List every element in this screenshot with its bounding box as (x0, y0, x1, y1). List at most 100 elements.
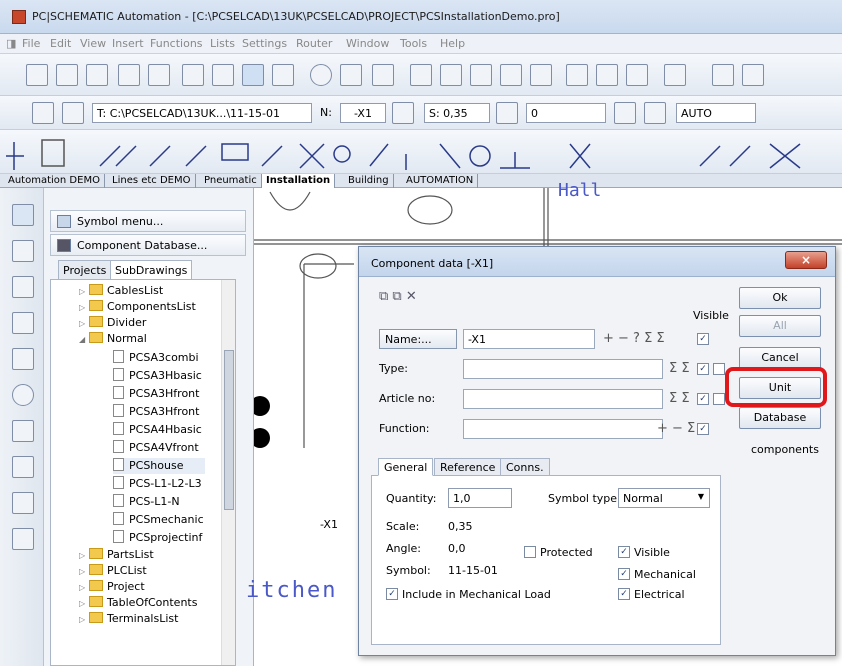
open-icon[interactable] (56, 64, 78, 86)
article-extra-checkbox[interactable] (713, 393, 725, 405)
circle-icon[interactable] (310, 64, 332, 86)
lightning-icon[interactable] (182, 64, 204, 86)
quantity-input[interactable]: 1,0 (448, 488, 512, 508)
tab-automation[interactable]: AUTOMATION (402, 174, 479, 188)
article-visible-checkbox[interactable]: ✓ (697, 393, 709, 405)
mirror-icon[interactable] (614, 102, 636, 124)
name-field[interactable]: -X1 (340, 103, 386, 123)
tree-item[interactable]: ▷ Divider (79, 316, 146, 332)
tab-automation-demo[interactable]: Automation DEMO (4, 174, 105, 188)
tree-item[interactable]: ▷ CablesList (79, 284, 163, 300)
tree-item[interactable]: ▷ ComponentsList (79, 300, 196, 316)
wire-icon[interactable] (212, 64, 234, 86)
article-input[interactable] (463, 389, 663, 409)
symbol-pick-icon[interactable] (32, 102, 54, 124)
tree-item[interactable]: PCSA3combi (113, 350, 199, 366)
tab-lines-etc-demo[interactable]: Lines etc DEMO (108, 174, 196, 188)
tree-item[interactable]: ▷ TerminalsList (79, 612, 178, 628)
angle-icon[interactable] (496, 102, 518, 124)
close-icon[interactable]: × (785, 251, 827, 269)
tab-conns[interactable]: Conns. (500, 458, 550, 476)
tab-projects[interactable]: Projects (58, 260, 112, 280)
function-input[interactable] (463, 419, 663, 439)
tab-installation[interactable]: Installation (262, 174, 336, 188)
delete-icon[interactable] (500, 64, 522, 86)
tree-scrollbar[interactable] (221, 280, 235, 665)
menu-view[interactable]: View (80, 37, 106, 50)
tree-item[interactable]: PCSA4Vfront (113, 440, 199, 456)
menu-router[interactable]: Router (296, 37, 332, 50)
tab-general[interactable]: General (378, 458, 434, 476)
new-icon[interactable] (26, 64, 48, 86)
screen-icon[interactable] (12, 456, 34, 478)
menu-settings[interactable]: Settings (242, 37, 287, 50)
tree-item[interactable]: PCSprojectinf (113, 530, 202, 546)
type-visible-checkbox[interactable]: ✓ (697, 363, 709, 375)
function-visible-checkbox[interactable]: ✓ (697, 423, 709, 435)
tree-item[interactable]: ▷ Project (79, 580, 145, 596)
component-database-button[interactable]: Component Database... (50, 234, 246, 256)
symbol-menu-button[interactable]: Symbol menu... (50, 210, 246, 232)
page-icon[interactable] (712, 64, 734, 86)
tab-subdrawings[interactable]: SubDrawings (110, 260, 193, 280)
menu-window[interactable]: Window (346, 37, 389, 50)
edit-pencil-icon[interactable] (12, 492, 34, 514)
list-icon[interactable] (626, 64, 648, 86)
auto-select[interactable]: AUTO (676, 103, 756, 123)
flip-icon[interactable] (644, 102, 666, 124)
electrical-checkbox[interactable]: ✓ (618, 588, 630, 600)
scale-field[interactable]: S: 0,35 (424, 103, 490, 123)
print-preview-icon[interactable] (148, 64, 170, 86)
cancel-button[interactable]: Cancel (739, 347, 821, 369)
page-list-icon[interactable] (742, 64, 764, 86)
menu-lists[interactable]: Lists (210, 37, 235, 50)
tree-item[interactable]: PCSA3Hbasic (113, 368, 202, 384)
article-sum-icons[interactable]: Σ Σ (669, 391, 690, 406)
tree-item[interactable]: PCSA4Hbasic (113, 422, 202, 438)
menu-help[interactable]: Help (440, 37, 465, 50)
tree-item[interactable]: ◢ Normal (79, 332, 147, 348)
align-icon[interactable] (566, 64, 588, 86)
text-box-icon[interactable] (272, 64, 294, 86)
component-label-x1[interactable]: -X1 (320, 518, 338, 531)
move-icon[interactable] (530, 64, 552, 86)
zoom-icon[interactable] (12, 384, 34, 406)
paste-icon[interactable] (470, 64, 492, 86)
align2-icon[interactable] (596, 64, 618, 86)
tree-item-selected[interactable]: PCShouse (113, 458, 205, 474)
visible-checkbox[interactable]: ✓ (618, 546, 630, 558)
connect-icon[interactable] (242, 64, 264, 86)
tree-icon[interactable] (12, 528, 34, 550)
name-button[interactable]: Name:... (379, 329, 457, 349)
symbol-palette-icons[interactable] (0, 130, 842, 174)
pan-hand-icon[interactable] (12, 420, 34, 442)
copy-icon[interactable] (440, 64, 462, 86)
cut-icon[interactable] (410, 64, 432, 86)
symbol-path-field[interactable]: T: C:\PCSELCAD\13UK...\11-15-01 (92, 103, 312, 123)
symbol-edit-icon[interactable] (62, 102, 84, 124)
copy-paste-delete-icons[interactable]: ⧉ ⧉ ✕ (379, 289, 417, 304)
percent-icon[interactable] (392, 102, 414, 124)
ok-button[interactable]: Ok (739, 287, 821, 309)
name-tools-icons[interactable]: + − ? Σ Σ (603, 331, 665, 346)
tab-pneumatic[interactable]: Pneumatic (200, 174, 262, 188)
tab-building[interactable]: Building (344, 174, 394, 188)
tree-item[interactable]: PCSA3Hfront (113, 404, 199, 420)
scroll-thumb[interactable] (224, 350, 234, 510)
type-sum-icons[interactable]: Σ Σ (669, 361, 690, 376)
tree-item[interactable]: PCSmechanic (113, 512, 204, 528)
symbol-type-select[interactable]: Normal ▼ (618, 488, 710, 508)
tree-item[interactable]: ▷ TableOfContents (79, 596, 197, 612)
tree-item[interactable]: ▷ PLCList (79, 564, 147, 580)
line-draw-icon[interactable] (372, 64, 394, 86)
menu-functions[interactable]: Functions (150, 37, 203, 50)
tree-item[interactable]: PCS-L1-L2-L3 (113, 476, 202, 492)
name-input[interactable]: -X1 (463, 329, 595, 349)
magnet2-icon[interactable] (12, 276, 34, 298)
rectangle-select-icon[interactable] (340, 64, 362, 86)
menu-insert[interactable]: Insert (112, 37, 144, 50)
magnet-icon[interactable] (12, 240, 34, 262)
all-button[interactable]: All (739, 315, 821, 337)
save-icon[interactable] (86, 64, 108, 86)
lines-icon[interactable] (12, 348, 34, 370)
